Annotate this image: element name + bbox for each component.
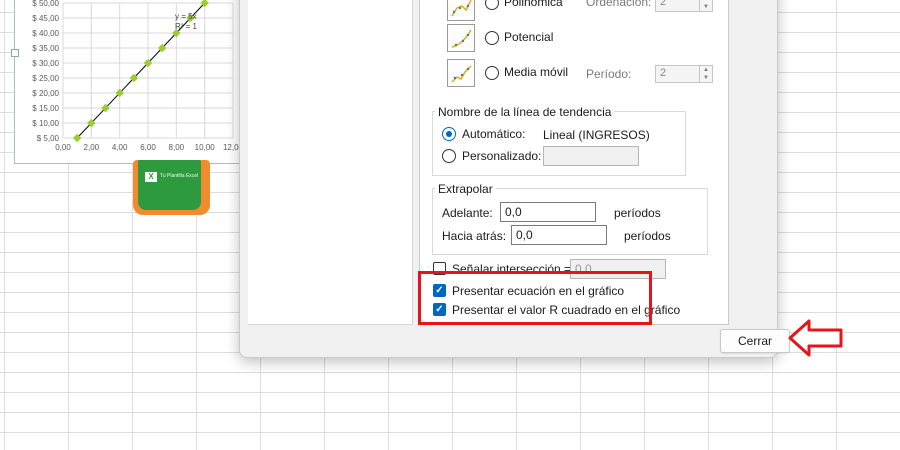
adelante-unit: períodos [614,206,661,220]
hacia-atras-unit: períodos [624,229,671,243]
personalizado-input[interactable] [543,146,639,166]
y-tick-label: $ 50,00 [32,0,59,8]
power-trend-icon[interactable] [447,24,475,52]
periodo-value: 2 [660,67,667,79]
label-personalizado: Personalizado: [462,149,542,163]
spinner-arrows-icon[interactable]: ▲▼ [699,66,712,82]
y-tick-label: $ 15,00 [32,104,59,113]
highlight-box [418,271,652,325]
label-periodo: Período: [586,67,632,81]
trendline-name-group [432,111,686,176]
y-tick-label: $ 5,00 [37,134,60,143]
trend-r2-label: R² = 1 [175,22,198,31]
ordenacion-value: 2 [660,0,667,8]
y-tick-label: $ 35,00 [32,44,59,53]
hacia-atras-input[interactable]: 0,0 [511,225,607,245]
ordenacion-spinner[interactable]: 2 ▲▼ [655,0,713,12]
y-tick-label: $ 45,00 [32,14,59,23]
automatico-value: Lineal (INGRESOS) [543,128,650,142]
label-automatico: Automático: [462,127,526,141]
radio-polinomica[interactable] [485,0,499,10]
excel-logo-icon: X [145,172,157,182]
trend-equation-label: y = 5x [175,12,197,21]
y-tick-label: $ 10,00 [32,119,59,128]
excel-logo-card: X Tu Plantilla Excel [133,160,210,215]
chart-resize-handle[interactable] [11,49,19,57]
polynomial-trend-icon[interactable] [447,0,475,21]
radio-potencial[interactable] [485,31,499,45]
x-tick-label: 2,00 [84,143,100,152]
y-tick-label: $ 20,00 [32,89,59,98]
y-tick-label: $ 25,00 [32,74,59,83]
radio-media-movil[interactable] [485,66,499,80]
label-potencial: Potencial [504,30,554,44]
dialog-left-pane [248,0,413,325]
moving-average-icon[interactable] [447,59,475,87]
logo-text: Tu Plantilla Excel [160,173,199,179]
extrapolar-title: Extrapolar [435,182,496,196]
chart-plot: $ 50,00 $ 45,00 $ 40,00 $ 35,00 $ 30,00 $ 25,… [32,0,244,152]
label-media-movil: Media móvil [504,65,569,79]
x-tick-label: 4,00 [112,143,128,152]
periodo-spinner[interactable]: 2 ▲ ▼ [655,65,713,83]
red-arrow-icon [788,319,843,357]
logo-inner: X Tu Plantilla Excel [138,160,201,210]
x-tick-label: 10,00 [195,143,216,152]
trendline-name-title: Nombre de la línea de tendencia [435,105,615,119]
label-ordenacion: Ordenación: [586,0,652,9]
adelante-input[interactable]: 0,0 [500,202,596,222]
label-hacia-atras: Hacia atrás: [442,229,507,243]
x-tick-label: 8,00 [169,143,185,152]
radio-personalizado[interactable] [442,149,456,163]
radio-automatico[interactable] [442,127,456,141]
label-adelante: Adelante: [442,206,493,220]
x-tick-label: 0,00 [55,143,71,152]
y-tick-label: $ 30,00 [32,59,59,68]
x-tick-label: 6,00 [140,143,156,152]
label-polinomica: Polinómica [504,0,563,9]
trendline-chart[interactable]: $ 50,00 $ 45,00 $ 40,00 $ 35,00 $ 30,00 $ 25,… [11,0,248,164]
y-tick-label: $ 40,00 [32,29,59,38]
close-button[interactable]: Cerrar [720,329,790,353]
spinner-arrows-icon[interactable]: ▲▼ [699,0,712,11]
